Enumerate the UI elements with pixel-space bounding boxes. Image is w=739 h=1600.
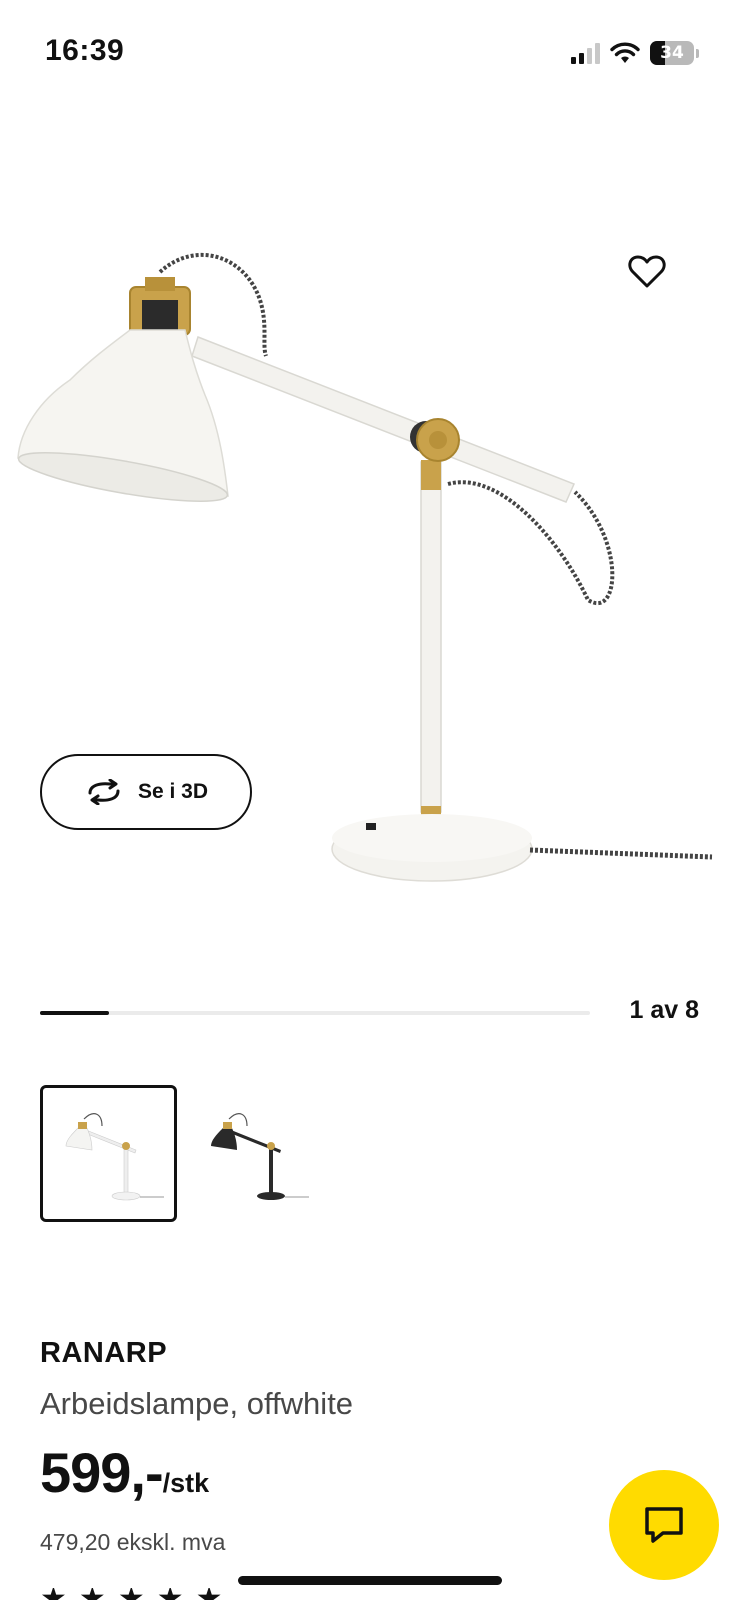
favorite-button[interactable] <box>620 245 674 299</box>
price-value: 599,- <box>40 1441 164 1504</box>
status-time: 16:39 <box>45 34 125 67</box>
image-counter: 1 av 8 <box>629 996 699 1024</box>
price-ex-vat: 479,20 ekskl. mva <box>40 1529 226 1555</box>
gallery-progress <box>40 1011 590 1015</box>
view-3d-button[interactable]: Se i 3D <box>40 754 252 830</box>
product-description: Arbeidslampe, offwhite <box>40 1386 354 1421</box>
star-icon: ★ <box>118 1588 145 1600</box>
heart-icon <box>628 255 666 288</box>
status-bar: 16:39 34 <box>0 0 739 100</box>
status-icons: 34 <box>571 38 699 68</box>
star-icon: ★ <box>40 1588 67 1600</box>
price-unit: /stk <box>162 1468 210 1498</box>
battery-icon: 34 <box>650 41 694 65</box>
star-icon: ★ <box>196 1588 223 1600</box>
wifi-icon <box>610 42 640 63</box>
rating-stars[interactable]: ★ ★ ★ ★ ★ <box>40 1588 223 1600</box>
thumbnail-image <box>210 1112 309 1200</box>
thumbnail-black[interactable] <box>185 1085 322 1222</box>
cellular-signal-icon <box>571 42 600 64</box>
thumbnail-strip <box>40 1085 322 1222</box>
product-price: 599,- /stk <box>40 1440 209 1505</box>
thumbnail-image <box>65 1112 164 1200</box>
battery-level: 34 <box>660 43 684 63</box>
view-3d-label: Se i 3D <box>137 780 209 803</box>
battery-tip <box>696 48 699 58</box>
product-name: RANARP <box>40 1337 168 1369</box>
chat-bubble-icon <box>645 1507 683 1543</box>
rotate-3d-icon <box>88 779 120 805</box>
home-indicator <box>238 1576 502 1585</box>
star-icon: ★ <box>157 1588 184 1600</box>
thumbnail-offwhite[interactable] <box>40 1085 177 1222</box>
chat-button[interactable] <box>609 1470 719 1580</box>
star-icon: ★ <box>79 1588 106 1600</box>
gallery-progress-fill <box>40 1011 109 1015</box>
